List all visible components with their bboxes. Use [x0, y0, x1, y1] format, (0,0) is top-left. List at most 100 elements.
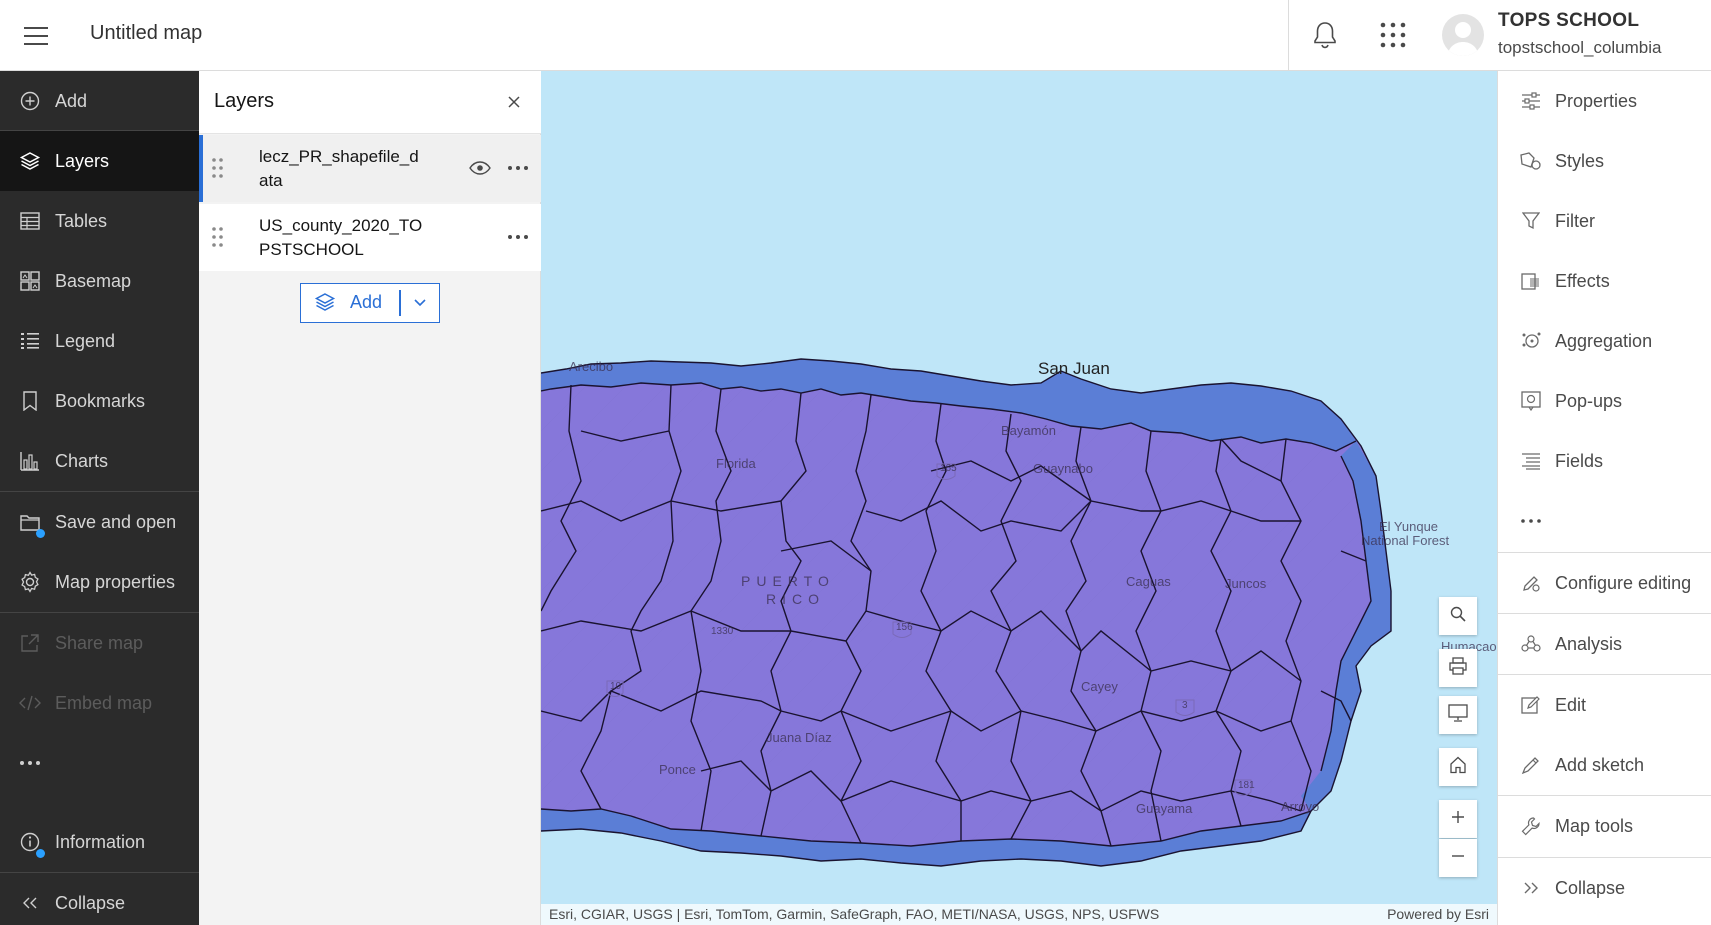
- print-icon: [1449, 656, 1467, 680]
- drag-handle-icon[interactable]: [211, 226, 225, 248]
- more-horizontal-icon: [19, 752, 41, 774]
- nav-collapse[interactable]: Collapse: [0, 873, 199, 925]
- user-menu[interactable]: TOPS SCHOOL topstschool_columbia: [1440, 6, 1710, 66]
- tool-filter[interactable]: Filter: [1498, 191, 1711, 251]
- nav-tables[interactable]: Tables: [0, 191, 199, 251]
- chart-icon: [19, 450, 41, 472]
- tool-aggregation[interactable]: Aggregation: [1498, 311, 1711, 371]
- tool-label: Filter: [1555, 210, 1595, 231]
- bookmark-icon: [19, 390, 41, 412]
- map-label-florida: Florida: [716, 456, 756, 471]
- nav-save-and-open[interactable]: Save and open: [0, 492, 199, 552]
- nav-label: Collapse: [55, 892, 126, 913]
- info-badge: [36, 849, 45, 858]
- drag-handle-icon[interactable]: [211, 157, 225, 179]
- minus-icon: [1451, 849, 1465, 868]
- road-label: 3: [1182, 700, 1188, 711]
- powered-by-esri[interactable]: Powered by Esri: [1387, 906, 1489, 922]
- zoom-out-button[interactable]: [1439, 839, 1477, 877]
- nav-label: Embed map: [55, 692, 153, 713]
- tool-fields[interactable]: Fields: [1498, 431, 1711, 491]
- map-label-guayama: Guayama: [1136, 801, 1193, 816]
- nav-layers[interactable]: Layers: [0, 131, 199, 191]
- nav-information[interactable]: Information: [0, 812, 199, 872]
- road-label: 1330: [711, 626, 734, 637]
- share-icon: [19, 632, 41, 654]
- tool-styles[interactable]: Styles: [1498, 131, 1711, 191]
- tool-properties[interactable]: Properties: [1498, 71, 1711, 131]
- map-label-juana-diaz: Juana Díaz: [766, 730, 832, 745]
- add-layer-button[interactable]: Add: [301, 284, 399, 322]
- road-label: 10: [610, 681, 622, 692]
- tool-more[interactable]: [1498, 491, 1711, 551]
- nav-bookmarks[interactable]: Bookmarks: [0, 371, 199, 431]
- map-label-juncos: Juncos: [1225, 576, 1267, 591]
- tool-label: Aggregation: [1555, 330, 1653, 351]
- map-label-guaynabo: Guaynabo: [1033, 461, 1093, 476]
- left-sidebar: Add Layers Tables Basemap Legend Bookmar…: [0, 71, 199, 925]
- tool-map-tools[interactable]: Map tools: [1498, 796, 1711, 856]
- attribution-text[interactable]: Esri, CGIAR, USGS | Esri, TomTom, Garmin…: [549, 906, 1159, 922]
- avatar: [1442, 14, 1484, 56]
- map-label-ponce: Ponce: [659, 762, 696, 777]
- more-options-icon[interactable]: [506, 226, 530, 248]
- zoom-in-button[interactable]: [1439, 800, 1477, 838]
- nav-basemap[interactable]: Basemap: [0, 251, 199, 311]
- tool-edit[interactable]: Edit: [1498, 675, 1711, 735]
- chevron-down-icon[interactable]: [401, 284, 439, 322]
- print-button[interactable]: [1439, 649, 1477, 687]
- tool-label: Add sketch: [1555, 754, 1645, 775]
- tool-label: Map tools: [1555, 815, 1634, 836]
- fullscreen-button[interactable]: [1439, 696, 1477, 734]
- tool-collapse[interactable]: Collapse: [1498, 858, 1711, 918]
- nav-add[interactable]: Add: [0, 71, 199, 131]
- tool-analysis[interactable]: Analysis: [1498, 614, 1711, 674]
- more-horizontal-icon: [1519, 509, 1543, 533]
- tool-label: Effects: [1555, 270, 1610, 291]
- tool-label: Properties: [1555, 90, 1638, 111]
- nav-label: Information: [55, 831, 146, 852]
- app-header: Untitled map TOPS SCHOOL topstschool_col…: [0, 0, 1711, 71]
- tool-label: Collapse: [1555, 877, 1626, 898]
- tool-popups[interactable]: Pop-ups: [1498, 371, 1711, 431]
- monitor-icon: [1448, 703, 1468, 727]
- aggregation-icon: [1519, 329, 1543, 353]
- home-button[interactable]: [1439, 748, 1477, 786]
- app-launcher-icon[interactable]: [1368, 10, 1418, 60]
- nav-label: Basemap: [55, 270, 132, 291]
- map-search-button[interactable]: [1439, 597, 1477, 635]
- nav-legend[interactable]: Legend: [0, 311, 199, 371]
- nav-share-map: Share map: [0, 613, 199, 673]
- road-label: 165: [940, 463, 957, 474]
- effects-icon: [1519, 269, 1543, 293]
- map-title[interactable]: Untitled map: [90, 22, 202, 45]
- legend-icon: [19, 330, 41, 352]
- nav-label: Add: [55, 90, 88, 111]
- layer-name: US_county_2020_TOPSTSCHOOL: [259, 216, 423, 259]
- menu-icon[interactable]: [0, 0, 71, 71]
- header-divider: [1288, 0, 1289, 71]
- code-icon: [19, 692, 41, 714]
- gear-icon: [19, 571, 41, 593]
- tool-configure-editing[interactable]: Configure editing: [1498, 553, 1711, 613]
- nav-map-properties[interactable]: Map properties: [0, 552, 199, 612]
- close-icon[interactable]: [499, 87, 529, 117]
- map-view[interactable]: San Juan Arecibo Florida Guaynabo Bayamó…: [541, 71, 1497, 925]
- search-icon: [1450, 606, 1466, 627]
- tool-label: Fields: [1555, 450, 1604, 471]
- layer-item[interactable]: US_county_2020_TOPSTSCHOOL: [199, 204, 541, 271]
- notifications-bell-icon[interactable]: [1300, 10, 1350, 60]
- layers-add-icon: [314, 293, 336, 318]
- nav-more[interactable]: [0, 733, 199, 793]
- user-username: topstschool_columbia: [1498, 38, 1662, 57]
- tool-label: Configure editing: [1555, 572, 1692, 593]
- more-options-icon[interactable]: [506, 157, 530, 179]
- map-label-national-forest: National Forest: [1361, 533, 1450, 548]
- map-label-puerto: PUERTO: [741, 573, 835, 589]
- nav-charts[interactable]: Charts: [0, 431, 199, 491]
- nav-embed-map: Embed map: [0, 673, 199, 733]
- tool-add-sketch[interactable]: Add sketch: [1498, 735, 1711, 795]
- visibility-eye-icon[interactable]: [468, 157, 492, 179]
- layer-item[interactable]: lecz_PR_shapefile_data: [199, 135, 541, 202]
- tool-effects[interactable]: Effects: [1498, 251, 1711, 311]
